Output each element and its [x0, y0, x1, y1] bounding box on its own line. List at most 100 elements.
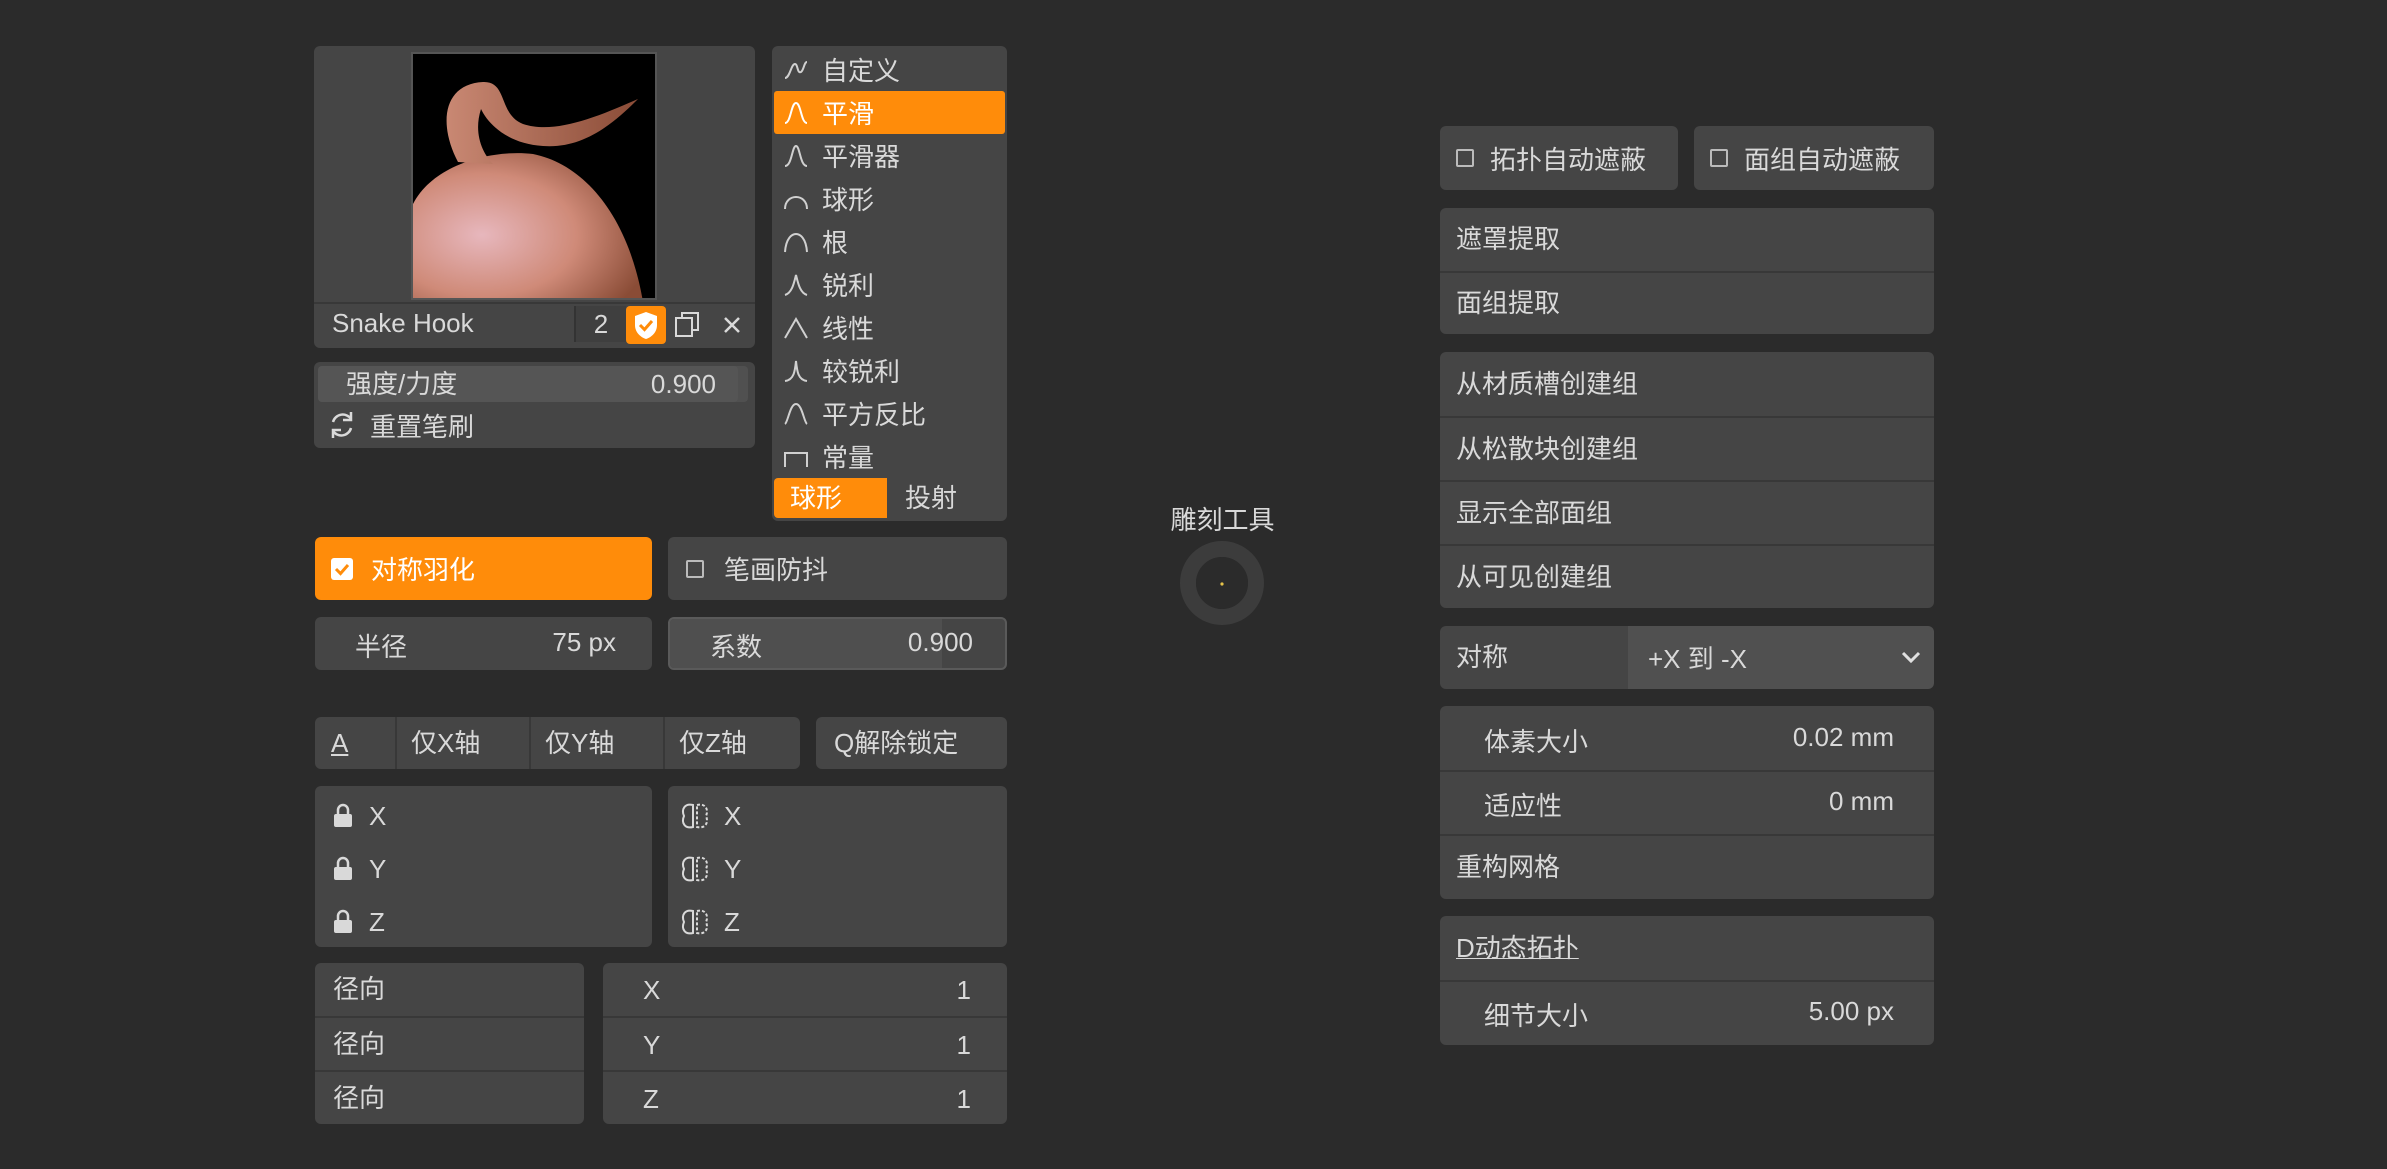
falloff-item-root[interactable]: 根 [774, 220, 1005, 263]
constant-curve-icon [784, 451, 808, 467]
lock-x-row[interactable]: X [331, 798, 386, 834]
lock-icon [334, 803, 352, 827]
brush-duplicate-button[interactable] [668, 306, 708, 344]
falloff-item-label: 较锐利 [822, 357, 901, 387]
falloff-item-label: 线性 [822, 314, 875, 344]
falloff-item-constant[interactable]: 常量 [774, 435, 1005, 478]
axis-a-button[interactable]: A [315, 728, 395, 759]
lock-y-row[interactable]: Y [331, 851, 386, 887]
symmetry-dropdown[interactable]: +X 到 -X [1628, 626, 1934, 689]
topology-automask-toggle[interactable]: 拓扑自动遮蔽 [1440, 126, 1678, 190]
faceset-from-loose-button[interactable]: 从松散块创建组 [1440, 416, 1934, 480]
facesets-panel: 从材质槽创建组 从松散块创建组 显示全部面组 从可见创建组 [1440, 352, 1934, 608]
checkbox-checked-icon [331, 557, 353, 580]
lock-axes-panel: X Y Z [315, 786, 652, 947]
checkbox-icon [1456, 149, 1474, 167]
radial-x-mode[interactable]: 径向 [315, 963, 584, 1016]
factor-slider[interactable]: 系数 0.900 [668, 617, 1007, 670]
falloff-item-label: 平滑 [822, 99, 875, 129]
mirror-z-label: Z [724, 906, 740, 937]
tab-sphere[interactable]: 球形 [774, 478, 887, 518]
brush-protect-button[interactable] [626, 306, 666, 344]
brush-delete-button[interactable] [712, 306, 752, 344]
faceset-automask-label: 面组自动遮蔽 [1744, 144, 1901, 175]
voxel-size-value: 0.02 mm [1792, 722, 1894, 752]
reset-brush-button[interactable]: 重置笔刷 [318, 406, 748, 444]
stroke-stabilize-toggle[interactable]: 笔画防抖 [668, 537, 1007, 600]
extract-panel: 遮罩提取 面组提取 [1440, 208, 1934, 334]
adaptivity-field[interactable]: 适应性 0 mm [1440, 770, 1934, 834]
brush-count[interactable]: 2 [574, 306, 626, 342]
voxel-size-label: 体素大小 [1484, 727, 1589, 757]
show-all-facesets-button[interactable]: 显示全部面组 [1440, 480, 1934, 544]
falloff-item-sphere[interactable]: 球形 [774, 177, 1005, 220]
falloff-item-linear[interactable]: 线性 [774, 306, 1005, 349]
brush-thumbnail[interactable] [411, 52, 657, 300]
mirror-icon [682, 909, 708, 935]
falloff-item-label: 球形 [822, 185, 875, 215]
stroke-stabilize-label: 笔画防抖 [724, 555, 829, 585]
radial-y-mode[interactable]: 径向 [315, 1016, 584, 1070]
falloff-list: 自定义 平滑 平滑器 球形根锐利 线性 较锐利 平方反比 常量 球形 投射 [772, 46, 1007, 521]
duplicate-icon [675, 312, 699, 337]
mask-extract-button[interactable]: 遮罩提取 [1440, 208, 1934, 271]
detail-size-field[interactable]: 细节大小 5.00 px [1440, 980, 1934, 1045]
strength-panel: 强度/力度 0.900 重置笔刷 [314, 362, 755, 448]
z-only-button[interactable]: 仅Z轴 [663, 717, 797, 769]
faceset-automask-toggle[interactable]: 面组自动遮蔽 [1694, 126, 1934, 190]
radial-x-value: 1 [956, 975, 971, 1005]
radial-z-mode[interactable]: 径向 [315, 1070, 584, 1124]
falloff-item-smooth[interactable]: 平滑 [774, 91, 1005, 134]
mirror-y-row[interactable]: Y [678, 851, 741, 887]
sphere-curve-icon [784, 195, 808, 209]
close-icon [724, 317, 740, 333]
chevron-down-icon [1901, 651, 1921, 664]
remesh-button[interactable]: 重构网格 [1440, 834, 1934, 899]
faceset-extract-button[interactable]: 面组提取 [1440, 271, 1934, 334]
adaptivity-value: 0 mm [1829, 786, 1894, 816]
smooth-curve-icon [784, 101, 808, 124]
falloff-item-label: 平滑器 [822, 142, 901, 172]
mirror-z-row[interactable]: Z [678, 904, 740, 940]
custom-curve-icon [784, 60, 808, 79]
sharp-curve-icon [784, 274, 808, 296]
detail-size-label: 细节大小 [1484, 1001, 1589, 1031]
falloff-item-smoother[interactable]: 平滑器 [774, 134, 1005, 177]
radial-values-panel: X 1 Y 1 Z 1 [603, 963, 1007, 1124]
reset-brush-label: 重置笔刷 [370, 411, 475, 442]
lock-z-label: Z [369, 906, 385, 937]
adaptivity-label: 适应性 [1484, 791, 1563, 821]
falloff-item-label: 根 [822, 228, 849, 258]
falloff-item-sharp[interactable]: 锐利 [774, 263, 1005, 306]
radius-label: 半径 [355, 632, 408, 662]
x-only-button[interactable]: 仅X轴 [395, 717, 529, 769]
faceset-from-material-button[interactable]: 从材质槽创建组 [1440, 352, 1934, 416]
symmetry-dropdown-value: +X 到 -X [1648, 644, 1747, 674]
dyntopo-toggle[interactable]: D动态拓扑 [1440, 916, 1934, 980]
pie-menu-center[interactable] [1180, 541, 1264, 625]
radial-y-field[interactable]: Y 1 [603, 1016, 1007, 1070]
lock-z-row[interactable]: Z [331, 904, 385, 940]
q-unlock-button[interactable]: Q解除锁定 [816, 717, 1007, 769]
refresh-icon [331, 412, 353, 438]
faceset-from-visible-button[interactable]: 从可见创建组 [1440, 544, 1934, 608]
radial-x-field[interactable]: X 1 [603, 963, 1007, 1016]
symmetry-row: 对称 +X 到 -X [1440, 626, 1934, 689]
radial-z-field[interactable]: Z 1 [603, 1070, 1007, 1124]
falloff-item-inverse-square[interactable]: 平方反比 [774, 392, 1005, 435]
factor-label: 系数 [710, 632, 763, 662]
strength-slider[interactable]: 强度/力度 0.900 [318, 366, 748, 402]
symmetry-feather-toggle[interactable]: 对称羽化 [315, 537, 652, 600]
tab-projected[interactable]: 投射 [887, 478, 1005, 518]
radius-field[interactable]: 半径 75 px [315, 617, 652, 670]
falloff-item-custom[interactable]: 自定义 [774, 48, 1005, 91]
detail-size-value: 5.00 px [1808, 996, 1894, 1026]
sharper-curve-icon [784, 360, 808, 382]
falloff-item-label: 自定义 [822, 56, 901, 86]
falloff-item-sharper[interactable]: 较锐利 [774, 349, 1005, 392]
radial-z-axis: Z [643, 1084, 659, 1114]
inverse-square-curve-icon [784, 402, 808, 425]
mirror-x-row[interactable]: X [678, 798, 741, 834]
y-only-button[interactable]: 仅Y轴 [529, 717, 663, 769]
voxel-size-field[interactable]: 体素大小 0.02 mm [1440, 706, 1934, 770]
